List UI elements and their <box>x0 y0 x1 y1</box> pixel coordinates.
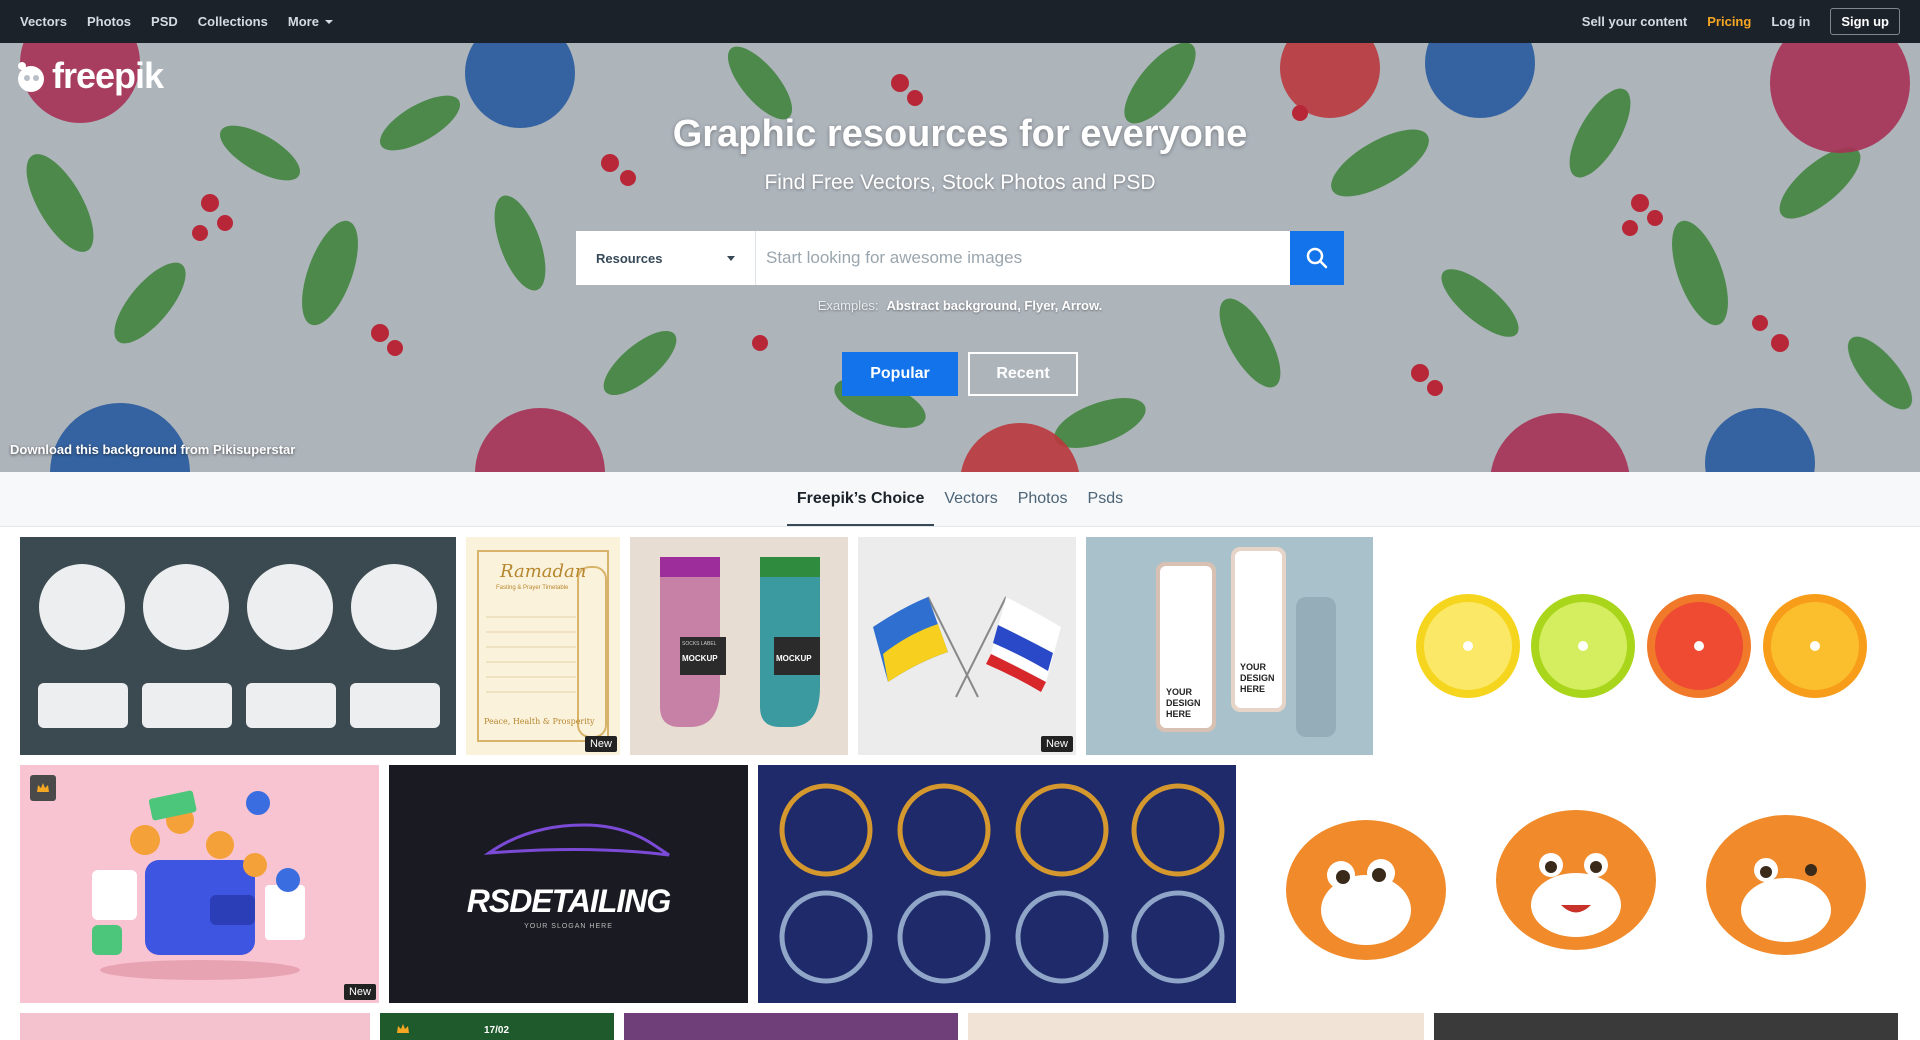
hero-banner: freepik Graphic resources for everyone F… <box>0 43 1920 472</box>
partial-tile-4[interactable] <box>968 1013 1424 1040</box>
popular-button[interactable]: Popular <box>842 352 958 396</box>
hero-title: Graphic resources for everyone <box>672 113 1248 155</box>
new-badge: New <box>584 736 617 752</box>
phone-mockup-tile[interactable]: YOUR DESIGN HERE YOUR DESIGN HERE <box>1086 537 1373 755</box>
tab-photos[interactable]: Photos <box>1008 471 1078 526</box>
finance-3d-tile[interactable]: New <box>20 765 379 1003</box>
tiger-cubs-image <box>1286 810 1866 960</box>
flags-tile[interactable]: New <box>858 537 1076 755</box>
search-button[interactable] <box>1290 231 1344 285</box>
resource-grid: Ramadan Fasting & Prayer Timetable Peace… <box>0 527 1920 1040</box>
nav-photos[interactable]: Photos <box>87 14 131 29</box>
examples-links[interactable]: Abstract background, Flyer, Arrow. <box>886 298 1102 313</box>
premium-crown-badge <box>30 775 56 801</box>
new-badge: New <box>1040 736 1073 752</box>
nav-pricing[interactable]: Pricing <box>1707 14 1751 29</box>
partial-tile-date: 17/02 <box>484 1025 510 1036</box>
tab-freepiks-choice[interactable]: Freepik’s Choice <box>786 471 935 526</box>
tab-psds[interactable]: Psds <box>1078 471 1134 526</box>
partial-tile-1[interactable] <box>20 1013 370 1040</box>
nav-sell-content[interactable]: Sell your content <box>1582 14 1687 29</box>
freepik-logo-icon <box>18 62 44 92</box>
nav-psd[interactable]: PSD <box>151 14 178 29</box>
sock-brand-label: SOCKS LABEL <box>682 641 717 647</box>
car-logo-slogan: YOUR SLOGAN HERE <box>524 923 613 930</box>
sock-mockup-label-2: MOCKUP <box>776 654 812 663</box>
logo-wordmark: freepik <box>52 55 164 96</box>
stickers-image <box>38 564 440 728</box>
car-logo-text: RSDETAILING <box>466 883 672 919</box>
phone-text-1: YOUR DESIGN HERE <box>1166 687 1201 719</box>
nav-more-label: More <box>287 14 319 29</box>
new-badge: New <box>343 984 376 1000</box>
chevron-down-icon <box>727 255 735 261</box>
search-icon <box>1306 247 1328 269</box>
search-bar: Resources <box>576 231 1344 285</box>
crown-icon <box>37 783 49 792</box>
citrus-tile[interactable] <box>1383 537 1898 755</box>
phone-mockup-image <box>1086 537 1373 755</box>
chevron-down-icon <box>324 19 333 24</box>
socks-mockup-image <box>660 557 820 727</box>
phone-text-2: YOUR DESIGN HERE <box>1240 662 1275 694</box>
game-frames-image <box>779 783 1225 984</box>
ramadan-footer: Peace, Health & Prosperity <box>484 717 595 726</box>
tiger-cubs-tile[interactable] <box>1246 765 1898 1003</box>
sock-mockup-label-1: MOCKUP <box>682 654 718 663</box>
citrus-slices-image <box>1416 594 1867 698</box>
content-tabs: Freepik’s Choice Vectors Photos Psds <box>0 472 1920 527</box>
ramadan-tile[interactable]: Ramadan Fasting & Prayer Timetable Peace… <box>466 537 620 755</box>
signup-button[interactable]: Sign up <box>1830 8 1900 35</box>
resource-type-select[interactable]: Resources <box>576 231 756 285</box>
nav-more[interactable]: More <box>288 14 333 29</box>
socks-mockup-tile[interactable]: MOCKUP MOCKUP SOCKS LABEL <box>630 537 848 755</box>
search-input[interactable] <box>756 231 1290 285</box>
recent-button[interactable]: Recent <box>968 352 1078 396</box>
stickers-tile[interactable] <box>20 537 456 755</box>
ramadan-subtitle: Fasting & Prayer Timetable <box>496 585 569 591</box>
partial-tile-3[interactable] <box>624 1013 958 1040</box>
tab-vectors[interactable]: Vectors <box>934 471 1007 526</box>
crown-icon <box>397 1024 409 1033</box>
car-logo-tile[interactable]: RSDETAILING YOUR SLOGAN HERE <box>389 765 748 1003</box>
hero-subtitle: Find Free Vectors, Stock Photos and PSD <box>764 171 1156 194</box>
examples-label: Examples: <box>817 298 879 313</box>
resource-type-label: Resources <box>596 250 663 266</box>
ramadan-title: Ramadan <box>500 561 587 582</box>
background-credit-link[interactable]: Download this background from Pikisupers… <box>10 442 295 457</box>
freepik-logo[interactable]: freepik <box>14 55 164 97</box>
nav-vectors[interactable]: Vectors <box>20 14 67 29</box>
partial-tile-2[interactable]: 17/02 <box>380 1013 614 1040</box>
finance-3d-image <box>92 790 305 980</box>
nav-right: Sell your content Pricing Log in Sign up <box>1562 8 1900 35</box>
flags-image <box>873 596 1061 698</box>
nav-left: Vectors Photos PSD Collections More <box>20 14 353 29</box>
search-examples: Examples: Abstract background, Flyer, Arr… <box>0 298 1920 313</box>
nav-login[interactable]: Log in <box>1771 14 1810 29</box>
top-navigation: Vectors Photos PSD Collections More Sell… <box>0 0 1920 43</box>
partial-tile-5[interactable] <box>1434 1013 1898 1040</box>
game-frames-tile[interactable] <box>758 765 1236 1003</box>
nav-collections[interactable]: Collections <box>198 14 268 29</box>
